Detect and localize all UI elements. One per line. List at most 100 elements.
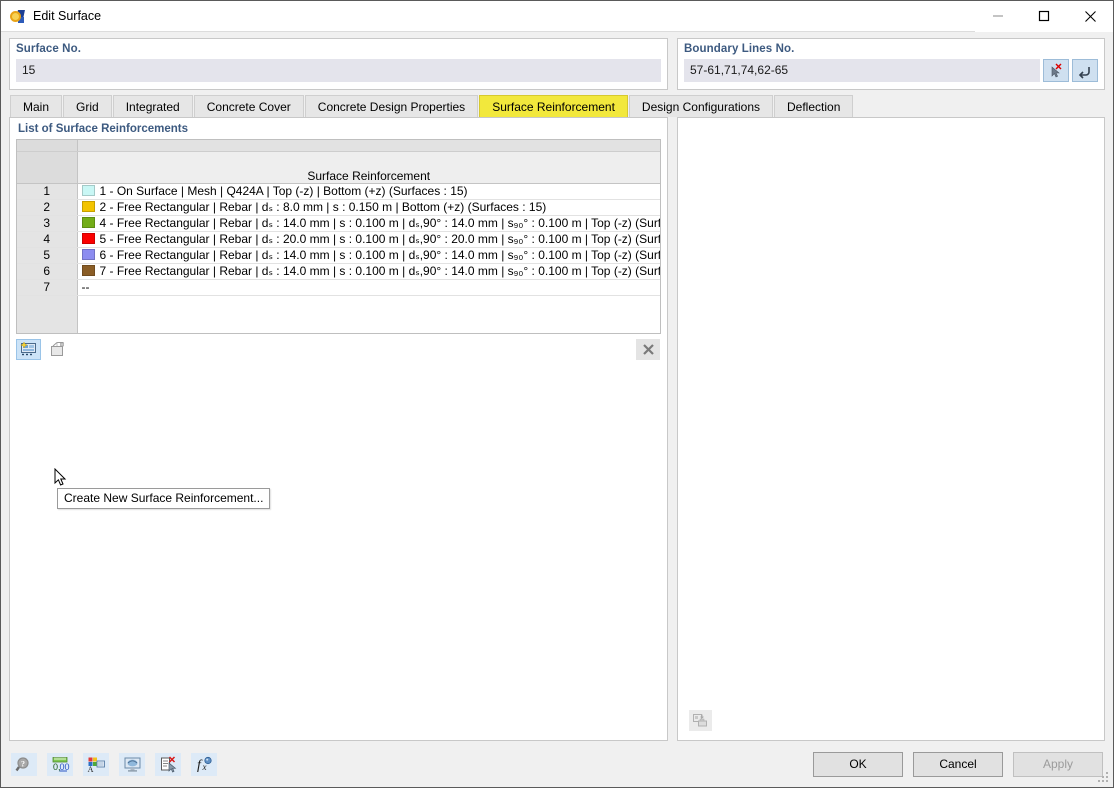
table-row[interactable]: 5 6 - Free Rectangular | Rebar | dₛ : 14… (17, 247, 661, 264)
row-number: 4 (17, 231, 78, 248)
edit-surface-dialog: Edit Surface Surface No. Boundary Lines … (0, 0, 1114, 788)
row-content[interactable]: 1 - On Surface | Mesh | Q424A | Top (-z)… (77, 183, 660, 200)
empty-row-cell (77, 295, 660, 333)
row-number: 7 (17, 279, 78, 296)
boundary-lines-input[interactable] (684, 59, 1040, 82)
print-preview-button[interactable] (689, 710, 712, 731)
monitor-icon (124, 757, 140, 772)
tab-main[interactable]: Main (10, 95, 63, 117)
surface-reinforcement-table: Surface Reinforcement 1 1 - On Surface |… (16, 139, 661, 334)
color-swatch (81, 265, 95, 276)
row-content[interactable]: 4 - Free Rectangular | Rebar | dₛ : 14.0… (77, 215, 661, 232)
tab-surface-reinforcement[interactable]: Surface Reinforcement (479, 95, 628, 117)
help-button[interactable]: ? (11, 752, 37, 776)
surface-reinforcement-column-header[interactable]: Surface Reinforcement (77, 151, 660, 184)
row-number: 1 (17, 183, 78, 200)
edit-surface-reinforcement-button[interactable] (45, 339, 70, 360)
row-content[interactable]: 5 - Free Rectangular | Rebar | dₛ : 20.0… (77, 231, 661, 248)
table-row[interactable]: 6 7 - Free Rectangular | Rebar | dₛ : 14… (17, 263, 661, 280)
tab-concrete-design-properties[interactable]: Concrete Design Properties (304, 95, 479, 117)
list-panel-title: List of Surface Reinforcements (18, 123, 188, 135)
tab-integrated[interactable]: Integrated (112, 95, 193, 117)
create-new-surface-reinforcement-button[interactable] (16, 338, 41, 360)
table-header-row: Surface Reinforcement (17, 151, 660, 184)
table-row[interactable]: 7 -- (17, 279, 660, 296)
window-title: Edit Surface (33, 9, 102, 23)
row-text: 4 - Free Rectangular | Rebar | dₛ : 14.0… (99, 216, 661, 230)
row-text: 1 - On Surface | Mesh | Q424A | Top (-z)… (99, 184, 468, 198)
color-swatch (81, 185, 95, 196)
pointer-select-icon[interactable] (1043, 59, 1069, 82)
view-button[interactable] (119, 752, 145, 776)
title-bar: Edit Surface (1, 0, 1113, 32)
surface-icon (9, 8, 26, 25)
row-number: 5 (17, 247, 78, 264)
delete-note-button[interactable] (155, 752, 181, 776)
top-fields-area: Surface No. Boundary Lines No. (1, 32, 1113, 94)
table-row[interactable]: 1 1 - On Surface | Mesh | Q424A | Top (-… (17, 183, 660, 200)
row-content[interactable]: 6 - Free Rectangular | Rebar | dₛ : 14.0… (77, 247, 661, 264)
delete-row-button[interactable] (636, 338, 660, 360)
svg-text:A: A (87, 765, 93, 773)
surface-no-label: Surface No. (16, 43, 82, 55)
svg-text:?: ? (21, 759, 25, 768)
row-number-header (17, 151, 78, 184)
row-content[interactable]: -- (77, 279, 660, 296)
question-magnifier-icon: ? (15, 756, 29, 771)
preview-panel (677, 117, 1105, 741)
row-content[interactable]: 2 - Free Rectangular | Rebar | dₛ : 8.0 … (77, 199, 660, 216)
row-text: 2 - Free Rectangular | Rebar | dₛ : 8.0 … (99, 200, 547, 214)
ok-button[interactable]: OK (813, 751, 903, 777)
table-toolbar (16, 338, 661, 360)
window-controls (975, 0, 1113, 32)
minimize-button[interactable] (975, 0, 1021, 32)
mouse-cursor (54, 467, 68, 488)
row-content[interactable]: 7 - Free Rectangular | Rebar | dₛ : 14.0… (77, 263, 661, 280)
resize-grip[interactable] (1098, 772, 1110, 784)
display-properties-button[interactable]: A (83, 752, 109, 776)
tab-design-configurations[interactable]: Design Configurations (628, 95, 773, 117)
table-top-strip (17, 140, 660, 152)
close-button[interactable] (1067, 0, 1113, 32)
decimal-places-icon: 0, 00 (52, 756, 69, 772)
tab-grid[interactable]: Grid (63, 95, 112, 117)
surface-reinforcement-list-panel: List of Surface Reinforcements Surface R… (9, 117, 668, 741)
row-text: 5 - Free Rectangular | Rebar | dₛ : 20.0… (99, 232, 661, 246)
row-text: 6 - Free Rectangular | Rebar | dₛ : 14.0… (99, 248, 661, 262)
table-row[interactable]: 2 2 - Free Rectangular | Rebar | dₛ : 8.… (17, 199, 660, 216)
top-strip-cell (77, 140, 660, 152)
tab-bar: Main Grid Integrated Concrete Cover Conc… (1, 94, 1113, 117)
number-format-button[interactable]: 0, 00 (47, 752, 73, 776)
dialog-footer: ? 0, 00 A f x OK Cancel Apply (1, 741, 1113, 787)
tab-content-area: List of Surface Reinforcements Surface R… (1, 117, 1113, 741)
tab-concrete-cover[interactable]: Concrete Cover (193, 95, 304, 117)
boundary-lines-label: Boundary Lines No. (684, 43, 795, 55)
surface-no-group: Surface No. (9, 38, 668, 90)
cancel-button[interactable]: Cancel (913, 751, 1003, 777)
surface-no-input[interactable] (16, 59, 661, 82)
color-swatch (81, 233, 95, 244)
formula-button[interactable]: f x (191, 752, 217, 776)
arrow-return-icon[interactable] (1072, 59, 1098, 82)
row-number: 6 (17, 263, 78, 280)
dialog-buttons: OK Cancel Apply (813, 751, 1103, 777)
row-text: 7 - Free Rectangular | Rebar | dₛ : 14.0… (99, 264, 661, 278)
color-swatch (81, 201, 95, 212)
delete-document-icon (160, 755, 176, 772)
color-swatch (81, 249, 95, 260)
footer-icon-bar: ? 0, 00 A f x (11, 752, 217, 776)
edit-reinforcement-icon (51, 341, 64, 356)
table-empty-area (17, 295, 660, 333)
new-reinforcement-icon (20, 340, 36, 355)
maximize-button[interactable] (1021, 0, 1067, 32)
x-icon (642, 343, 654, 355)
tab-deflection[interactable]: Deflection (774, 95, 854, 117)
print-icon (693, 713, 707, 726)
row-number: 2 (17, 199, 78, 216)
color-properties-icon: A (87, 757, 105, 773)
tooltip: Create New Surface Reinforcement... (57, 488, 271, 509)
corner-cell (17, 140, 78, 152)
apply-button: Apply (1013, 751, 1103, 777)
table-row[interactable]: 3 4 - Free Rectangular | Rebar | dₛ : 14… (17, 215, 661, 232)
table-row[interactable]: 4 5 - Free Rectangular | Rebar | dₛ : 20… (17, 231, 661, 248)
